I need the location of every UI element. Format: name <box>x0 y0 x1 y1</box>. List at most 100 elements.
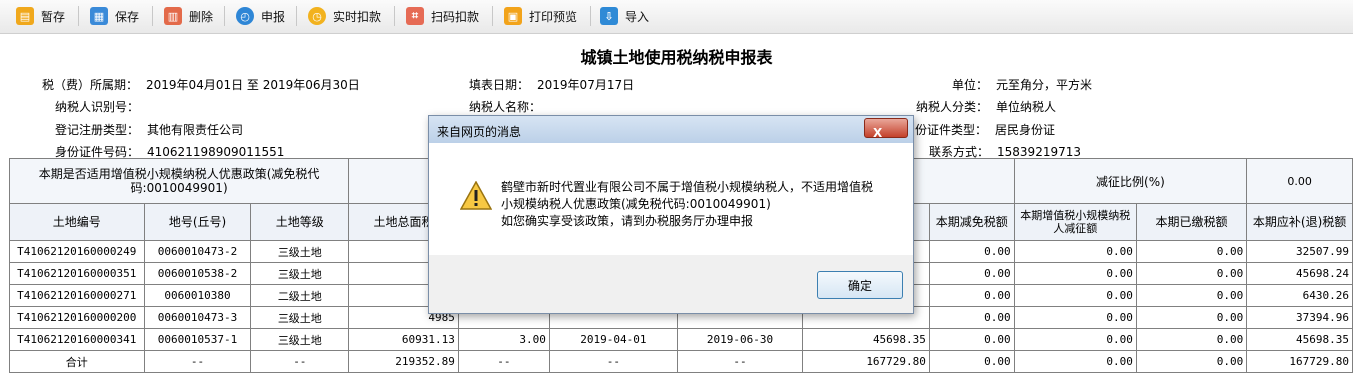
table-cell[interactable]: 0.00 <box>928 262 1015 285</box>
realtime-deduct-button[interactable]: ◷ 实时扣款 <box>308 5 381 27</box>
table-cell: 三级土地 <box>250 306 350 329</box>
realtime-deduct-label: 实时扣款 <box>333 9 382 24</box>
taxpayer-class-field: 纳税人分类： 单位纳税人 <box>916 98 1056 115</box>
message-dialog: 来自网页的消息 X 鹤壁市新时代置业有限公司不属于增值税小规模纳税人，不适用增值… <box>428 115 914 314</box>
fill-date-value: 2019年07月17日 <box>537 78 635 92</box>
close-button[interactable]: X <box>864 118 908 140</box>
total-cell: -- <box>548 350 678 373</box>
total-cell: -- <box>676 350 804 373</box>
table-cell: T41062120160000341 <box>9 328 145 351</box>
total-row: 合计 -- -- 219352.89 -- -- -- 167729.80 0.… <box>9 350 1353 373</box>
table-cell[interactable]: 0.00 <box>1013 240 1137 263</box>
id-type-value: 居民身份证 <box>995 123 1056 137</box>
contact-value: 15839219713 <box>997 145 1081 159</box>
table-cell: 3.00 <box>457 328 550 351</box>
table-cell[interactable]: 0.00 <box>928 284 1015 307</box>
import-button[interactable]: ⇩ 导入 <box>600 5 649 27</box>
table-cell[interactable]: 6430.26 <box>1246 284 1353 307</box>
dialog-title-bar[interactable]: 来自网页的消息 X <box>429 116 913 143</box>
toolbar: ▤ 暂存 ▦ 保存 ▥ 删除 ◴ 申报 ◷ 实时扣款 ⌗ 扫码扣款 ▣ 打印预览… <box>0 0 1353 34</box>
header-cell: 本期增值税小规模纳税人减征额 <box>1013 203 1137 241</box>
unit-value: 元至角分，平方米 <box>996 78 1093 92</box>
table-cell: 三级土地 <box>250 262 350 285</box>
table-cell[interactable]: 32507.99 <box>1246 240 1353 263</box>
total-cell: 0.00 <box>928 350 1015 373</box>
table-cell: 三级土地 <box>250 328 350 351</box>
header-cell: 本期减免税额 <box>928 203 1015 241</box>
period-value: 2019年04月01日 至 2019年06月30日 <box>146 78 360 92</box>
delete-button[interactable]: ▥ 删除 <box>164 5 213 27</box>
fill-date-field: 填表日期： 2019年07月17日 <box>469 76 634 93</box>
print-preview-button[interactable]: ▣ 打印预览 <box>504 5 577 27</box>
table-cell[interactable]: 0.00 <box>1013 328 1137 351</box>
ratio-value[interactable]: 0.00 <box>1246 158 1353 204</box>
table-cell[interactable]: 0.00 <box>928 328 1015 351</box>
scan-deduct-button[interactable]: ⌗ 扫码扣款 <box>406 5 479 27</box>
total-cell: -- <box>457 350 550 373</box>
taxpayer-class-value: 单位纳税人 <box>996 100 1057 114</box>
total-cell: 合计 <box>9 350 145 373</box>
header-cell: 土地编号 <box>9 203 145 241</box>
table-cell: 2019-04-01 <box>548 328 678 351</box>
table-cell[interactable]: 0.00 <box>928 240 1015 263</box>
table-cell[interactable]: 0.00 <box>928 306 1015 329</box>
header-cell: 土地等级 <box>250 203 350 241</box>
ok-button[interactable]: 确定 <box>817 271 903 299</box>
table-cell[interactable]: 37394.96 <box>1246 306 1353 329</box>
unit-field: 单位： 元至角分，平方米 <box>952 76 1092 93</box>
save-button[interactable]: ▦ 保存 <box>90 5 139 27</box>
reg-type-value: 其他有限责任公司 <box>147 123 244 137</box>
table-cell: 0060010537-1 <box>143 328 252 351</box>
printer-icon: ▣ <box>504 7 522 25</box>
total-cell: -- <box>250 350 350 373</box>
table-cell[interactable]: 0.00 <box>1013 306 1137 329</box>
table-cell[interactable]: 45698.35 <box>1246 328 1353 351</box>
import-icon: ⇩ <box>600 7 618 25</box>
id-no-value: 410621198909011551 <box>147 145 285 159</box>
save-draft-button[interactable]: ▤ 暂存 <box>16 5 65 27</box>
table-cell: 0060010473-3 <box>143 306 252 329</box>
table-cell: 二级土地 <box>250 284 350 307</box>
id-type-field: 身份证件类型： 居民身份证 <box>903 121 1055 138</box>
total-cell: 0.00 <box>1013 350 1137 373</box>
table-cell[interactable]: 0.00 <box>1135 284 1248 307</box>
dialog-message-line: 如您确实享受该政策，请到办税服务厅办理申报 <box>501 214 754 228</box>
policy-question: 本期是否适用增值税小规模纳税人优惠政策(减免税代码:0010049901) <box>8 158 350 204</box>
table-cell: T41062120160000200 <box>9 306 145 329</box>
declare-label: 申报 <box>261 9 286 24</box>
save-draft-icon: ▤ <box>16 7 34 25</box>
table-cell: 2019-06-30 <box>676 328 804 351</box>
save-label: 保存 <box>115 9 140 24</box>
header-cell: 本期应补(退)税额 <box>1246 203 1353 241</box>
dialog-title: 来自网页的消息 <box>437 125 522 139</box>
save-draft-label: 暂存 <box>41 9 66 24</box>
table-cell[interactable]: 0.00 <box>1135 328 1248 351</box>
reg-type-field: 登记注册类型： 其他有限责任公司 <box>55 121 243 138</box>
unit-label: 单位： <box>952 78 989 92</box>
toolbar-divider <box>296 6 297 26</box>
fill-date-label: 填表日期： <box>469 78 530 92</box>
table-cell[interactable]: 0.00 <box>1135 306 1248 329</box>
table-cell: 60931.13 <box>348 328 459 351</box>
declare-button[interactable]: ◴ 申报 <box>236 5 285 27</box>
table-cell[interactable]: 0.00 <box>1013 284 1137 307</box>
declare-icon: ◴ <box>236 7 254 25</box>
toolbar-divider <box>224 6 225 26</box>
total-cell: 167729.80 <box>1246 350 1353 373</box>
table-cell[interactable]: 0.00 <box>1135 240 1248 263</box>
id-no-label: 身份证件号码： <box>55 145 140 159</box>
delete-label: 删除 <box>189 9 214 24</box>
table-cell[interactable]: 0.00 <box>1013 262 1137 285</box>
table-row[interactable]: T41062120160000341 0060010537-1 三级土地 60931.… <box>9 328 1353 351</box>
toolbar-divider <box>394 6 395 26</box>
dialog-message-line: 小规模纳税人优惠政策(减免税代码:0010049901) <box>501 197 771 211</box>
header-cell: 地号(丘号) <box>143 203 252 241</box>
toolbar-divider <box>78 6 79 26</box>
scan-code-icon: ⌗ <box>406 7 424 25</box>
table-cell[interactable]: 45698.24 <box>1246 262 1353 285</box>
table-cell: T41062120160000271 <box>9 284 145 307</box>
trash-icon: ▥ <box>164 7 182 25</box>
toolbar-divider <box>492 6 493 26</box>
table-cell: 0060010380 <box>143 284 252 307</box>
table-cell[interactable]: 0.00 <box>1135 262 1248 285</box>
